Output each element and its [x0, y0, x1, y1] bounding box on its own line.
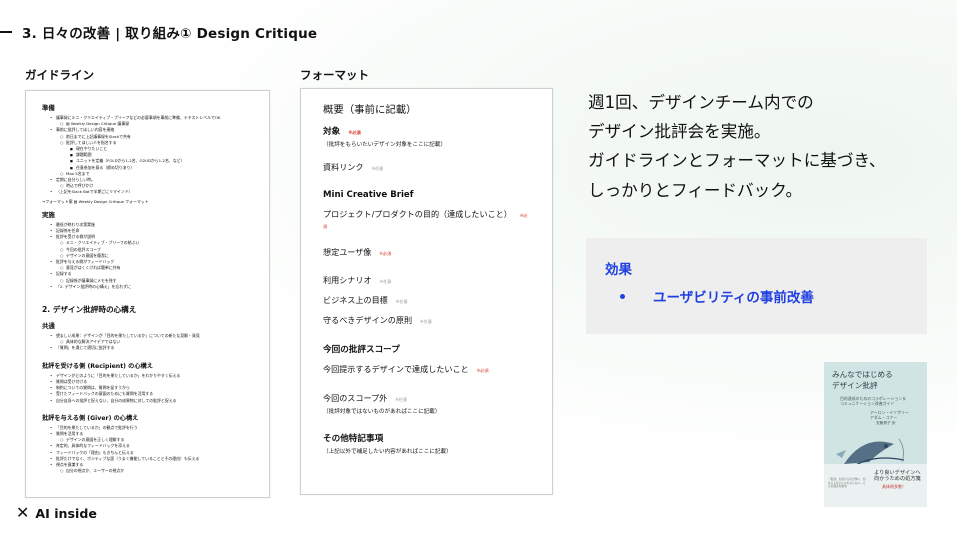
format-link-note: →フォーマット案 ▤ Weekly Design Critique フォーマット: [42, 198, 149, 204]
user-label: 想定ユーザ像: [323, 247, 372, 257]
scope-label: 今回提示するデザインで達成したいこと: [323, 364, 469, 374]
principle-label: 守るべきデザインの原則: [323, 315, 413, 325]
guideline-list-item: 「2. デザイン批評時の心構え」を忘れずに: [42, 284, 253, 290]
format-document: 概要（事前に記載） 対象 ※必須 （批評をもらいたいデザイン対象をここに記載） 資…: [300, 88, 553, 495]
giver-list: 「目的を果たしているか」の観点で批評を行う質問を活用するデザインの意図を正しく理…: [42, 425, 253, 475]
brief-heading: Mini Creative Brief: [323, 190, 414, 200]
principle-field: 守るべきデザインの原則 ※任意: [323, 315, 530, 326]
summary-text: 週1回、デザインチーム内での デザイン批評会を実施。 ガイドラインとフォーマット…: [588, 88, 918, 205]
prep-list: 議事録にミニ・クリエイティブ・ブリーフなどの必要事項を事前に準備、テキストレベル…: [42, 115, 253, 196]
required-tag: ※必須: [476, 368, 489, 373]
effect-box: 効果 ユーザビリティの事前改善: [586, 238, 927, 334]
business-label: ビジネス上の目標: [323, 295, 388, 305]
format-label: フォーマット: [300, 68, 369, 82]
material-label: 資料リンク: [323, 162, 364, 172]
business-field: ビジネス上の目標 ※任意: [323, 295, 530, 306]
outscope-field: 今回のスコープ外 ※任意: [323, 393, 530, 404]
book-author: アダム・コナー: [870, 415, 898, 420]
page-title: 3. 日々の改善 | 取り組み① Design Critique: [22, 26, 318, 42]
target-field: 対象 ※必須: [323, 125, 530, 137]
optional-tag: ※任意: [379, 279, 392, 284]
other-hint: （上記以外で補足したい内容があればここに記載）: [323, 449, 452, 455]
book-band-highlight: 具体例多数！: [882, 484, 906, 489]
header-accent-bar: [0, 31, 12, 33]
effect-item-text: ユーザビリティの事前改善: [653, 290, 814, 306]
book-band-line: 向かうための処方箋: [874, 476, 921, 483]
material-field: 資料リンク ※任意: [323, 162, 530, 173]
optional-tag: ※任意: [371, 166, 384, 171]
exec-heading: 実施: [42, 210, 55, 219]
summary-line: ガイドラインとフォーマットに基づき、: [588, 151, 886, 171]
scope-field: 今回提示するデザインで達成したいこと ※必須: [323, 364, 530, 375]
user-field: 想定ユーザ像 ※必須: [323, 247, 530, 258]
company-logo: ✕ AI inside: [16, 505, 97, 521]
target-label: 対象: [323, 127, 341, 137]
outscope-hint: （批評対象ではないものがあればここに記載）: [323, 409, 441, 415]
logo-text: AI inside: [35, 505, 97, 521]
book-subtitle-line: コミュニケーション改善ガイド: [840, 401, 895, 406]
summary-line: 週1回、デザインチーム内での: [588, 93, 814, 112]
bullet-icon: [620, 293, 625, 299]
book-band: 「批評」を受けるのが怖い、何を言えばいいかわからない…そんな悩みを解決 より良い…: [824, 464, 927, 507]
required-tag: ※必須: [348, 130, 361, 135]
guideline-list-item: （上記をSlack Botで半期ごにリマインド）: [42, 189, 253, 195]
recipient-list: デザインがどのように「目的を果たしているか」をわかりやすく伝える質問は受け付ける…: [42, 373, 253, 404]
optional-tag: ※任意: [420, 319, 432, 324]
guideline-list-item: 自分の視点か、ユーザーの視点か: [42, 468, 253, 474]
book-band-title: より良いデザインへ 向かうための処方箋: [874, 470, 921, 482]
summary-line: デザイン批評会を実施。: [588, 122, 771, 142]
optional-tag: ※任意: [395, 397, 408, 402]
guideline-document: 準備 議事録にミニ・クリエイティブ・ブリーフなどの必要事項を事前に準備、テキスト…: [25, 90, 270, 498]
x-logo-icon: ✕: [16, 503, 30, 522]
book-subtitle: 目的達成のためのコラボレーション＆ コミュニケーション改善ガイド: [840, 396, 906, 406]
giver-heading: 批評を与える側 (Giver) の心構え: [42, 414, 139, 422]
optional-tag: ※任意: [395, 299, 408, 304]
other-heading: その他特記事項: [323, 434, 384, 444]
book-band-note: 「批評」を受けるのが怖い、何を言えばいいかわからない…そんな悩みを解決: [828, 477, 866, 489]
required-tag: ※必須: [379, 251, 392, 256]
book-title-line: デザイン批評: [832, 380, 878, 390]
scenario-field: 利用シナリオ ※任意: [323, 275, 530, 286]
book-cover-image: みんなではじめる デザイン批評 目的達成のためのコラボレーション＆ コミュニケー…: [824, 362, 927, 507]
recipient-heading: 批評を受ける側 (Recipient) の心構え: [42, 362, 153, 370]
effect-title: 効果: [605, 262, 632, 278]
summary-line: しっかりとフィードバック。: [588, 180, 803, 200]
guideline-list-item: 「質問」を通じて適切に批評する: [42, 345, 253, 351]
book-title: みんなではじめる デザイン批評: [832, 370, 893, 391]
scope-heading: 今回の批評スコープ: [323, 345, 400, 355]
guideline-list-item: 自分自身への批評と捉えない、自分の成果物に対しての批評と捉える: [42, 398, 253, 404]
effect-list-item: ユーザビリティの事前改善: [605, 286, 927, 306]
target-hint: （批評をもらいたいデザイン対象をここに記載）: [323, 142, 447, 148]
common-list: 望ましい成果：デザインが「目的を果たしているか」についての新たな見解・発見具体的…: [42, 333, 253, 352]
book-authors: アーロン・イリザリー アダム・コナー: [870, 410, 909, 420]
prep-heading: 準備: [42, 104, 55, 112]
guideline-label: ガイドライン: [25, 68, 94, 82]
book-title-line: みんなではじめる: [832, 370, 893, 379]
outscope-label: 今回のスコープ外: [323, 393, 388, 403]
exec-list: 最低が終わり次第実施記録係を任命批評を受ける側が説明ミニ・クリエイティブ・ブリー…: [42, 222, 253, 290]
slide-header: 3. 日々の改善 | 取り組み① Design Critique: [0, 22, 317, 42]
purpose-field: プロジェクト/プロダクトの目的（達成したいこと） ※必須: [323, 209, 530, 230]
purpose-label: プロジェクト/プロダクトの目的（達成したいこと）: [323, 209, 512, 219]
format-overview-title: 概要（事前に記載）: [323, 104, 417, 116]
common-heading: 共通: [42, 322, 55, 331]
scenario-label: 利用シナリオ: [323, 275, 372, 285]
mindset-heading: 2. デザイン批評時の心構え: [42, 305, 137, 315]
